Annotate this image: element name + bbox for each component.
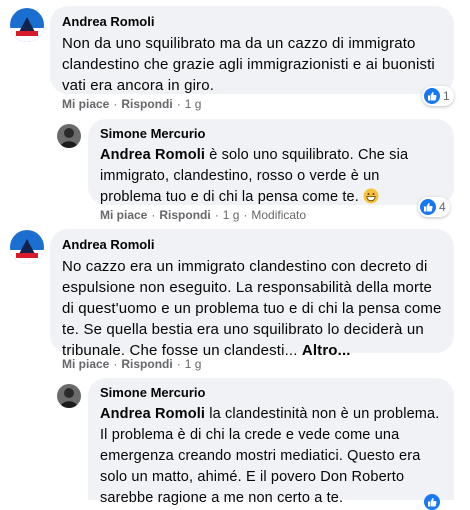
like-icon bbox=[424, 88, 440, 104]
avatar[interactable] bbox=[57, 384, 81, 408]
comment-bubble: Andrea Romoli No cazzo era un immigrato … bbox=[50, 229, 454, 359]
comment-author[interactable]: Andrea Romoli bbox=[62, 237, 442, 253]
like-button[interactable]: Mi piace bbox=[62, 357, 109, 371]
reply-button[interactable]: Rispondi bbox=[121, 97, 172, 111]
avatar[interactable] bbox=[57, 124, 81, 148]
comment-text: Non da uno squilibrato ma da un cazzo di… bbox=[62, 35, 435, 94]
avatar[interactable] bbox=[10, 230, 44, 264]
comment-bubble: Andrea Romoli Non da uno squilibrato ma … bbox=[50, 6, 454, 94]
reply-bubble: Simone Mercurio Andrea Romoli la clandes… bbox=[88, 378, 454, 506]
like-icon[interactable] bbox=[424, 494, 440, 510]
like-button[interactable]: Mi piace bbox=[62, 97, 109, 111]
comment-author[interactable]: Andrea Romoli bbox=[62, 14, 442, 30]
comment-actions: Mi piace · Rispondi · 1 g bbox=[62, 97, 202, 111]
reaction-count: 4 bbox=[439, 200, 446, 214]
mention-link[interactable]: Andrea Romoli bbox=[100, 147, 205, 163]
like-icon bbox=[420, 199, 436, 215]
reply-author[interactable]: Simone Mercurio bbox=[100, 385, 442, 401]
comment-text: No cazzo era un immigrato clandestino co… bbox=[62, 258, 442, 359]
timestamp[interactable]: 1 g bbox=[185, 357, 202, 371]
edited-label: Modificato bbox=[251, 208, 307, 222]
avatar[interactable] bbox=[10, 8, 44, 42]
reaction-count: 1 bbox=[443, 89, 450, 103]
grinning-face-emoji bbox=[363, 188, 379, 211]
reaction-badge[interactable]: 4 bbox=[418, 197, 450, 217]
timestamp[interactable]: 1 g bbox=[223, 208, 240, 222]
reply-text: Andrea Romoli è solo uno squilibrato. Ch… bbox=[100, 145, 442, 211]
reply-actions: Mi piace · Rispondi · 1 g · Modificato bbox=[100, 208, 307, 222]
mention-link[interactable]: Andrea Romoli bbox=[100, 406, 205, 422]
reply-author[interactable]: Simone Mercurio bbox=[100, 126, 442, 142]
reply-bubble: Simone Mercurio Andrea Romoli è solo uno… bbox=[88, 119, 454, 205]
reply-button[interactable]: Rispondi bbox=[159, 208, 210, 222]
reply-button[interactable]: Rispondi bbox=[121, 357, 172, 371]
like-button[interactable]: Mi piace bbox=[100, 208, 147, 222]
comment-actions: Mi piace · Rispondi · 1 g bbox=[62, 357, 202, 371]
see-more-link[interactable]: Altro... bbox=[302, 342, 351, 359]
timestamp[interactable]: 1 g bbox=[185, 97, 202, 111]
reply-text: Andrea Romoli la clandestinità non è un … bbox=[100, 406, 440, 506]
reaction-badge[interactable]: 1 bbox=[422, 86, 454, 106]
